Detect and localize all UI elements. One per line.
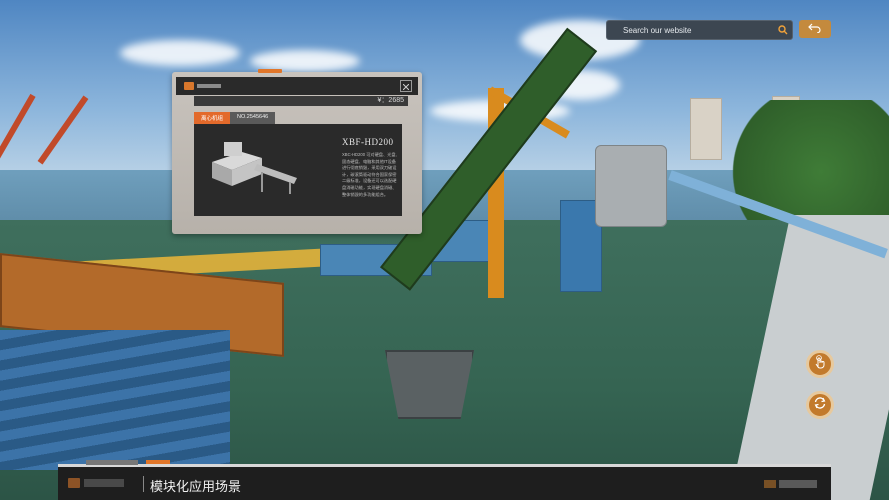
caption-brand-logo	[68, 478, 124, 488]
shredder-silo	[595, 145, 667, 227]
search-input[interactable]	[607, 25, 774, 35]
product-info-popup: ¥：2685 离心机组 NO.2545646 XBF-HD200 XBC-HD2…	[172, 69, 422, 234]
scene-caption: 模块化应用场景	[150, 479, 242, 494]
caption-divider	[143, 476, 144, 492]
tower-building	[690, 98, 722, 160]
product-panel: XBF-HD200 XBC-HD200 可对硬盘、光盘、固态硬盘、电脑和其他IT…	[194, 124, 402, 216]
factory-scene	[0, 0, 889, 500]
cloud	[120, 40, 240, 66]
product-description: XBC-HD200 可对硬盘、光盘、固态硬盘、电脑和其他IT设备进行彻底销毁，采…	[342, 152, 400, 197]
product-machine-image	[202, 134, 302, 196]
search-bar[interactable]	[606, 20, 793, 40]
price-label: ¥：2685	[194, 96, 408, 106]
close-icon	[402, 77, 410, 95]
category-tag[interactable]: 离心机组	[194, 112, 231, 124]
caption-tab	[86, 460, 138, 465]
search-icon[interactable]	[774, 21, 792, 39]
feed-hopper	[385, 350, 474, 419]
refresh-icon	[813, 396, 827, 415]
back-button[interactable]	[799, 20, 831, 38]
popup-header	[176, 77, 418, 95]
product-title: XBF-HD200	[342, 137, 394, 147]
back-arrow-icon	[808, 20, 822, 38]
close-button[interactable]	[400, 80, 412, 92]
caption-watermark-logo	[764, 478, 822, 490]
touch-mode-button[interactable]	[806, 350, 834, 378]
refresh-button[interactable]	[806, 391, 834, 419]
number-tag: NO.2545646	[230, 112, 276, 124]
brand-logo	[184, 82, 221, 90]
tag-row: 离心机组 NO.2545646	[194, 112, 276, 124]
blue-rollers	[0, 330, 230, 470]
popup-accent	[258, 69, 282, 73]
caption-accent	[146, 460, 170, 464]
hand-tap-icon	[813, 354, 827, 374]
caption-top-line	[58, 464, 831, 467]
